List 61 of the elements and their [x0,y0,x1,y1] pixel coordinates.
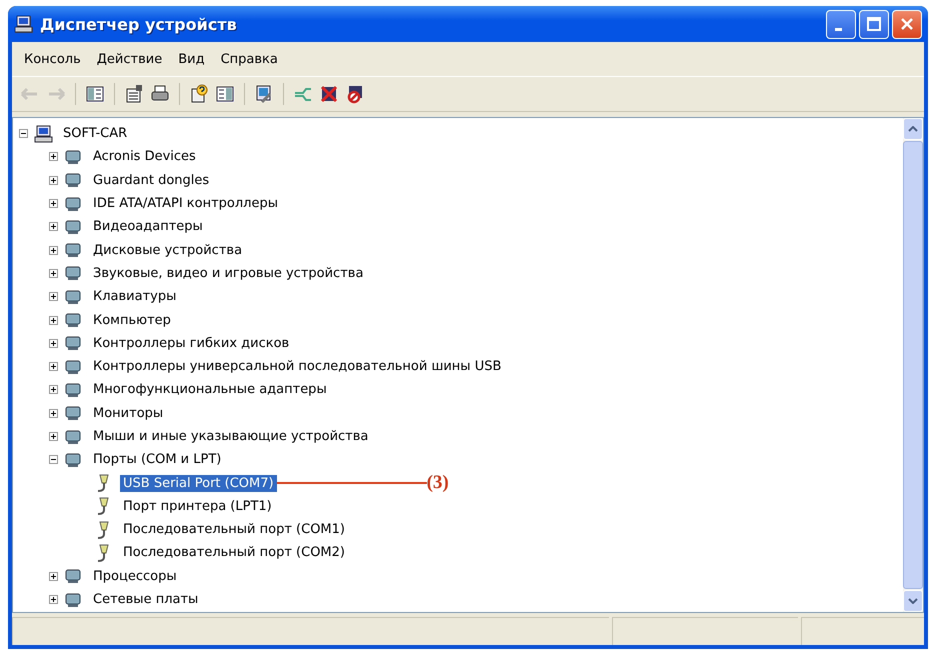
expand-icon[interactable] [49,408,58,418]
expand-icon[interactable] [49,572,58,581]
expand-icon[interactable] [49,362,58,372]
maximize-icon [864,14,884,34]
tree-item[interactable]: Guardant dongles [90,172,212,189]
close-button[interactable] [892,10,922,38]
scroll-down-icon[interactable] [908,598,918,604]
action-pane-icon[interactable] [215,84,235,104]
tree-item[interactable]: Звуковые, видео и игровые устройства [90,264,366,282]
minimize-button[interactable] [826,10,856,38]
properties-icon[interactable] [124,84,144,104]
tree-item[interactable]: Acronis Devices [90,148,199,166]
console-tree-icon[interactable] [85,84,105,104]
expand-icon[interactable] [49,199,58,208]
scroll-up-icon[interactable] [908,126,918,132]
device-cross-icon[interactable] [319,84,339,104]
tree-item[interactable]: USB Serial Port (COM7) [120,474,277,492]
window-title: Диспетчер устройств [40,14,238,34]
callout-label: (3) [426,472,449,494]
minimize-icon [835,28,842,30]
expand-icon[interactable] [49,152,58,162]
expand-icon[interactable] [49,176,58,185]
tree-item[interactable]: Контроллеры гибких дисков [90,334,292,352]
expand-icon[interactable] [49,316,58,325]
tree-item[interactable]: Многофункциональные адаптеры [90,381,330,398]
menu-item[interactable]: Справка [212,50,286,68]
tree-item[interactable]: Порт принтера (LPT1) [120,498,275,515]
tree-item[interactable]: Клавиатуры [90,288,180,306]
expand-icon[interactable] [49,595,58,604]
expand-icon[interactable] [49,246,58,255]
expand-icon[interactable] [49,338,58,348]
expand-icon[interactable] [49,432,58,441]
tree-item[interactable]: Порты (COM и LPT) [90,451,224,468]
tree-item[interactable]: IDE ATA/ATAPI контроллеры [90,195,282,212]
expand-icon[interactable] [49,292,58,302]
computer-icon [14,14,34,34]
menu-item[interactable]: Вид [170,50,213,68]
tree-item[interactable]: Сетевые платы [90,591,202,608]
tree-item[interactable]: SOFT-CAR [60,125,130,142]
tree-item[interactable]: Контроллеры универсальной последовательной шины USB [90,358,504,376]
tree-item[interactable]: Последовательный порт (COM1) [120,521,348,538]
maximize-button[interactable] [859,10,889,38]
collapse-icon[interactable] [49,455,58,464]
tree-item[interactable]: Компьютер [90,312,174,329]
menu-item[interactable]: Действие [88,50,170,68]
expand-icon[interactable] [49,268,58,278]
menu-item[interactable]: Консоль [16,50,89,68]
scrollbar[interactable] [903,117,924,613]
expand-icon[interactable] [49,222,58,232]
tree-item[interactable]: Мыши и иные указывающие устройства [90,428,372,445]
tree-item[interactable]: Мониторы [90,404,166,422]
tree-item[interactable]: Последовательный порт (COM2) [120,544,348,562]
collapse-icon[interactable] [19,129,28,138]
tree-item[interactable]: Дисковые устройства [90,242,246,259]
monitor-wrench-icon[interactable] [254,84,274,104]
expand-icon[interactable] [49,385,58,394]
device-stop-icon[interactable] [345,84,365,104]
tree-item[interactable]: Видеоадаптеры [90,218,206,236]
tree-item[interactable]: Процессоры [90,568,180,585]
help-icon[interactable] [189,84,209,104]
computer-icon [34,124,54,144]
